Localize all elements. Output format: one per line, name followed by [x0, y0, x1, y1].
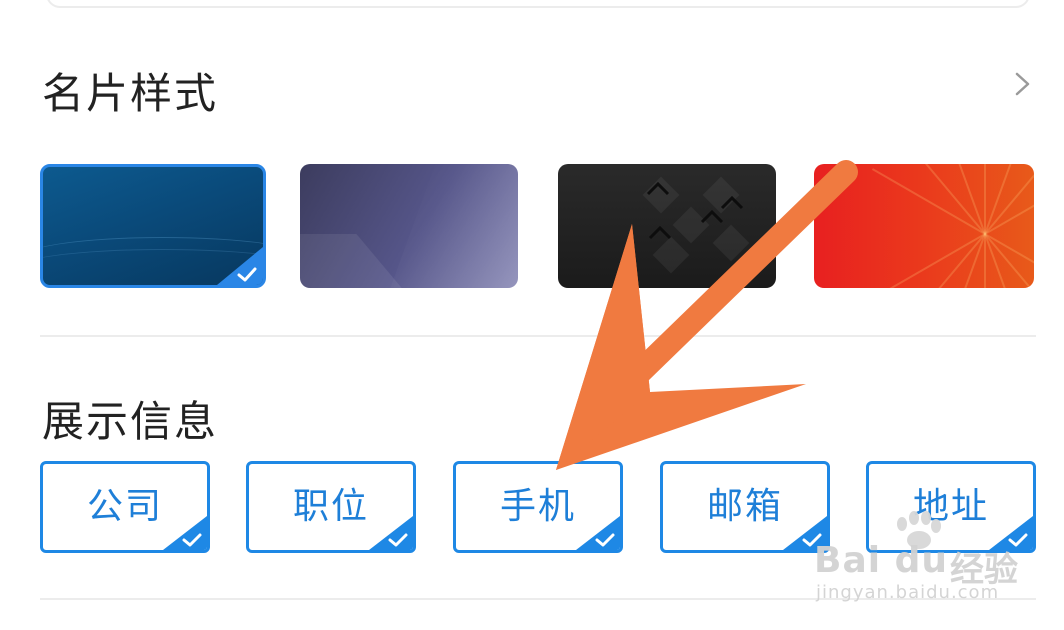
- check-icon: [217, 247, 263, 285]
- watermark-url: jingyan.baidu.com: [816, 582, 1000, 603]
- info-tag-label: 公司: [86, 486, 163, 527]
- watermark: Bai du 经验 jingyan.baidu.com: [810, 506, 1050, 606]
- section-title-card-style: 名片样式: [42, 69, 219, 118]
- card-style-list: [0, 164, 1064, 290]
- section-title-display-info: 展示信息: [42, 397, 219, 446]
- card-style-purple[interactable]: [300, 164, 518, 288]
- chevron-right-icon[interactable]: [1012, 70, 1034, 98]
- card-style-black[interactable]: [558, 164, 776, 288]
- check-icon: [369, 516, 413, 550]
- info-tag-label: 职位: [292, 486, 369, 527]
- watermark-logo-text: Bai du: [814, 540, 949, 581]
- divider: [40, 335, 1036, 337]
- top-card-edge: [46, 0, 1030, 8]
- card-style-blue[interactable]: [40, 164, 266, 288]
- info-tag-company[interactable]: 公司: [40, 461, 210, 553]
- info-tag-label: 手机: [499, 486, 576, 527]
- check-icon: [163, 516, 207, 550]
- info-tag-email[interactable]: 邮箱: [660, 461, 830, 553]
- card-texture: [377, 164, 518, 288]
- check-icon: [576, 516, 620, 550]
- card-style-red[interactable]: [814, 164, 1034, 288]
- info-tag-label: 邮箱: [706, 486, 783, 527]
- card-texture: [646, 181, 744, 240]
- info-tag-position[interactable]: 职位: [246, 461, 416, 553]
- info-tag-phone[interactable]: 手机: [453, 461, 623, 553]
